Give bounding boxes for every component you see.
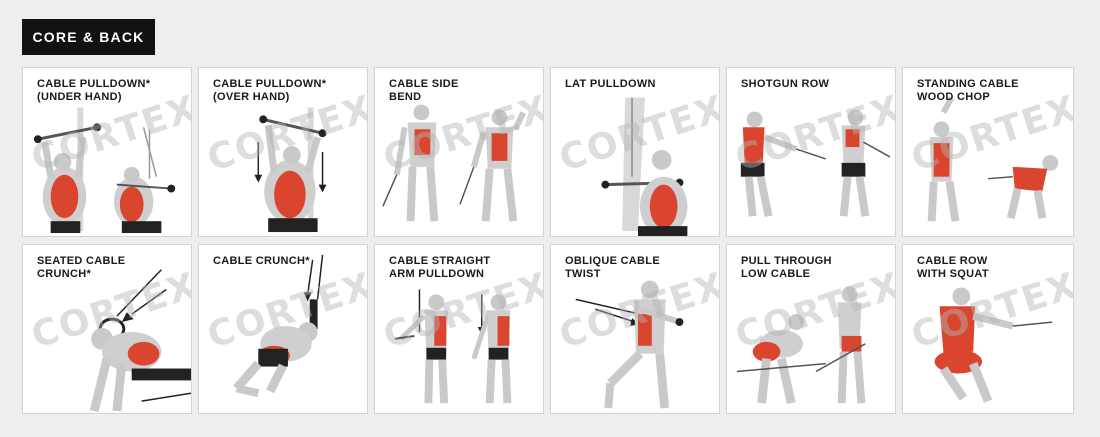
exercise-label: SEATED CABLE CRUNCH* <box>37 255 126 280</box>
exercise-illustration <box>233 254 324 398</box>
exercise-card-shotgun-row[interactable]: SHOTGUN ROW CORTEX <box>726 67 896 237</box>
exercise-label: CABLE CRUNCH* <box>213 255 310 267</box>
section-title: CORE & BACK <box>22 19 155 55</box>
exercise-illustration <box>601 97 688 236</box>
exercise-card-oblique-cable-twist[interactable]: OBLIQUE CABLE TWIST CORTEX <box>550 244 720 414</box>
exercise-card-seated-cable-crunch[interactable]: SEATED CABLE CRUNCH* CORTEX <box>22 244 192 414</box>
exercise-card-cable-crunch[interactable]: CABLE CRUNCH* CORTEX <box>198 244 368 414</box>
exercise-card-cable-pulldown-over[interactable]: CABLE PULLDOWN* (OVER HAND) CORTEX <box>198 67 368 237</box>
exercise-label: PULL THROUGH LOW CABLE <box>741 255 832 280</box>
exercise-card-lat-pulldown[interactable]: LAT PULLDOWN CORTEX <box>550 67 720 237</box>
exercise-label: CABLE PULLDOWN* (UNDER HAND) <box>37 78 151 103</box>
exercise-label: CABLE SIDE BEND <box>389 78 459 103</box>
exercise-label: STANDING CABLE WOOD CHOP <box>917 78 1019 103</box>
exercise-card-cable-row-with-squat[interactable]: CABLE ROW WITH SQUAT CORTEX <box>902 244 1074 414</box>
exercise-card-cable-side-bend[interactable]: CABLE SIDE BEND CORTEX <box>374 67 544 237</box>
exercise-illustration <box>740 109 891 218</box>
exercise-card-wood-chop[interactable]: STANDING CABLE WOOD CHOP CORTEX <box>902 67 1074 237</box>
exercise-label: LAT PULLDOWN <box>565 78 656 90</box>
exercise-label: CABLE ROW WITH SQUAT <box>917 255 989 280</box>
exercise-label: SHOTGUN ROW <box>741 78 830 90</box>
exercise-label: CABLE PULLDOWN* (OVER HAND) <box>213 78 327 103</box>
exercise-label: CABLE STRAIGHT ARM PULLDOWN <box>389 255 491 280</box>
exercise-card-pull-through-low-cable[interactable]: PULL THROUGH LOW CABLE CORTEX <box>726 244 896 414</box>
exercise-label: OBLIQUE CABLE TWIST <box>565 255 660 280</box>
exercise-card-straight-arm-pulldown[interactable]: CABLE STRAIGHT ARM PULLDOWN CORTEX <box>374 244 544 414</box>
exercise-card-cable-pulldown-under[interactable]: CABLE PULLDOWN* (UNDER HAND) CORTEX <box>22 67 192 237</box>
